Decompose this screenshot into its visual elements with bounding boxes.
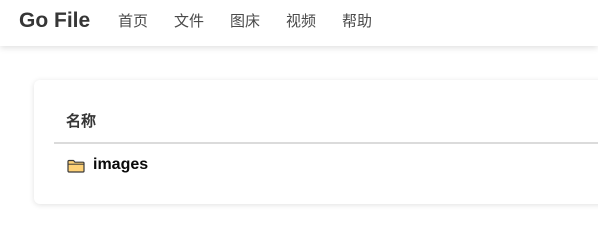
file-name[interactable]: images [93,155,148,175]
nav-item-files[interactable]: 文件 [174,12,204,30]
nav-item-help[interactable]: 帮助 [342,12,372,30]
folder-icon [67,158,85,173]
header-divider [54,142,598,144]
file-list-panel: 名称 images [34,80,598,204]
nav-item-image-host[interactable]: 图床 [230,12,260,30]
nav-item-video[interactable]: 视频 [286,12,316,30]
file-row[interactable]: images [67,154,148,176]
nav-item-home[interactable]: 首页 [118,12,148,30]
brand-logo[interactable]: Go File [19,8,90,34]
top-navbar: Go File 首页 文件 图床 视频 帮助 [0,0,598,46]
column-header-name: 名称 [66,112,97,130]
